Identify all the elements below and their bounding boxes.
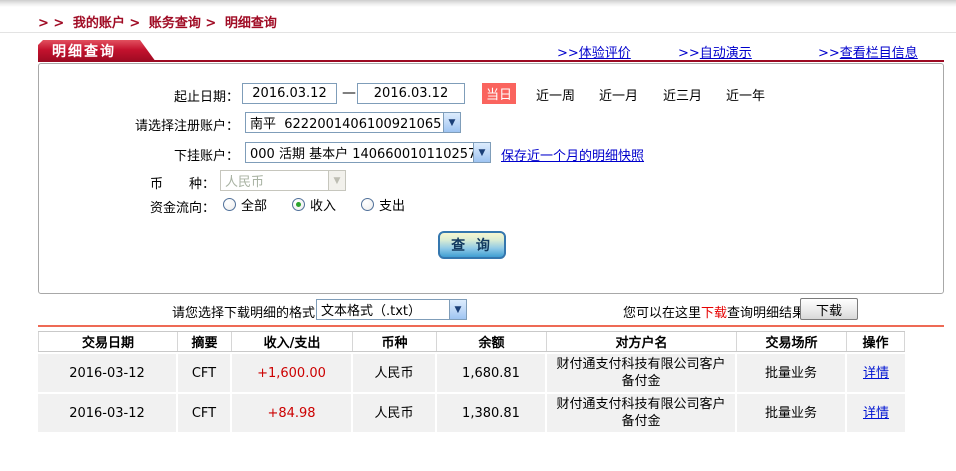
breadcrumb-item-detail-query[interactable]: 明细查询 (225, 16, 277, 31)
cell-amount: +84.98 (232, 394, 353, 432)
query-button[interactable]: 查 询 (438, 231, 506, 259)
header-counterparty: 对方户名 (547, 332, 737, 351)
flow-option-expense[interactable]: 支出 (361, 195, 405, 214)
currency-select: 人民币 ▼ (220, 170, 346, 191)
sub-account-value: 000 活期 基本户 1406600101102571848 (246, 143, 473, 162)
cell-balance: 1,380.81 (437, 394, 547, 432)
download-format-label: 请您选择下载明细的格式 (38, 302, 315, 321)
flow-option-label: 收入 (310, 195, 336, 214)
breadcrumb-item-my-account[interactable]: 我的账户 (73, 16, 125, 31)
fund-flow-options: 全部 收入 支出 (223, 195, 405, 214)
header-date: 交易日期 (38, 332, 178, 351)
cell-summary: CFT (178, 394, 232, 432)
link-label: 查看栏目信息 (840, 46, 918, 61)
currency-label: 币 种： (39, 173, 215, 192)
link-prefix: >> (678, 46, 700, 61)
header-currency: 币种 (353, 332, 437, 351)
flow-option-label: 全部 (241, 195, 267, 214)
cell-date: 2016-03-12 (38, 394, 178, 432)
transactions-table: 交易日期 摘要 收入/支出 币种 余额 对方户名 交易场所 操作 2016-03… (38, 331, 905, 432)
fund-flow-label: 资金流向： (39, 197, 215, 216)
header-action: 操作 (847, 332, 905, 351)
flow-option-label: 支出 (379, 195, 405, 214)
flow-option-all[interactable]: 全部 (223, 195, 267, 214)
link-label: 体验评价 (579, 46, 631, 61)
date-from-input[interactable]: 2016.03.12 (242, 83, 337, 104)
cell-currency: 人民币 (353, 354, 437, 392)
header-summary: 摘要 (178, 332, 232, 351)
snapshot-link[interactable]: 保存近一个月的明细快照 (501, 145, 644, 164)
range-week-link[interactable]: 近一周 (536, 85, 575, 104)
breadcrumb: > > 我的账户 > 账务查询 > 明细查询 (38, 12, 277, 31)
cell-action: 详情 (847, 394, 905, 432)
range-month-link[interactable]: 近一月 (599, 85, 638, 104)
detail-link[interactable]: 详情 (863, 405, 889, 422)
link-prefix: >> (557, 46, 579, 61)
link-label: 自动演示 (700, 46, 752, 61)
date-to-input[interactable]: 2016.03.12 (357, 83, 465, 104)
registered-account-value: 南平 6222001406100921065 灵通卡 (246, 113, 443, 132)
header-venue: 交易场所 (737, 332, 847, 351)
radio-icon (292, 198, 305, 211)
header-balance: 余额 (437, 332, 547, 351)
tab-bottom-rule (38, 60, 944, 62)
cell-balance: 1,680.81 (437, 354, 547, 392)
link-experience-rating[interactable]: >>体验评价 (557, 42, 631, 61)
range-year-link[interactable]: 近一年 (726, 85, 765, 104)
cell-amount: +1,600.00 (232, 354, 353, 392)
cell-venue: 批量业务 (737, 354, 847, 392)
breadcrumb-separator: > (129, 16, 140, 31)
cell-summary: CFT (178, 354, 232, 392)
table-row: 2016-03-12 CFT +1,600.00 人民币 1,680.81 财付… (38, 354, 905, 392)
flow-option-income[interactable]: 收入 (292, 195, 336, 214)
cell-venue: 批量业务 (737, 394, 847, 432)
query-form-panel: 起止日期： 2016.03.12 — 2016.03.12 当日 近一周 近一月… (38, 63, 944, 294)
chevron-down-icon: ▼ (443, 113, 460, 132)
table-header-row: 交易日期 摘要 收入/支出 币种 余额 对方户名 交易场所 操作 (38, 331, 905, 352)
breadcrumb-prefix: > > (38, 16, 64, 31)
tab-detail-query[interactable]: 明细查询 (38, 40, 156, 62)
chevron-down-icon: ▼ (449, 300, 466, 319)
cell-currency: 人民币 (353, 394, 437, 432)
registered-account-label: 请选择注册账户： (39, 115, 239, 134)
breadcrumb-separator: > (205, 16, 216, 31)
download-hint-after: 查询明细结果 (727, 306, 805, 321)
link-view-column-info[interactable]: >>查看栏目信息 (818, 42, 918, 61)
range-quarter-link[interactable]: 近三月 (663, 85, 702, 104)
cell-action: 详情 (847, 354, 905, 392)
registered-account-select[interactable]: 南平 6222001406100921065 灵通卡 ▼ (245, 112, 461, 133)
download-hint: 您可以在这里下载查询明细结果 (623, 302, 805, 321)
link-auto-demo[interactable]: >>自动演示 (678, 42, 752, 61)
download-hint-before: 您可以在这里 (623, 306, 701, 321)
download-button[interactable]: 下载 (800, 298, 858, 320)
table-top-separator (38, 325, 944, 327)
cell-counterparty: 财付通支付科技有限公司客户备付金 (547, 354, 737, 392)
range-today-button[interactable]: 当日 (482, 83, 516, 104)
chevron-down-icon: ▼ (328, 171, 345, 190)
detail-link[interactable]: 详情 (863, 365, 889, 382)
cell-counterparty: 财付通支付科技有限公司客户备付金 (547, 394, 737, 432)
chevron-down-icon: ▼ (473, 143, 490, 162)
download-format-select[interactable]: 文本格式（.txt） ▼ (316, 299, 467, 320)
radio-icon (361, 198, 374, 211)
sub-account-select[interactable]: 000 活期 基本户 1406600101102571848 ▼ (245, 142, 491, 163)
breadcrumb-divider (0, 32, 956, 33)
link-prefix: >> (818, 46, 840, 61)
download-format-value: 文本格式（.txt） (317, 300, 449, 319)
date-range-label: 起止日期： (39, 86, 239, 105)
currency-value: 人民币 (221, 171, 328, 190)
breadcrumb-item-account-query[interactable]: 账务查询 (149, 16, 201, 31)
header-amount: 收入/支出 (232, 332, 353, 351)
download-hint-highlight: 下载 (701, 306, 727, 321)
table-row: 2016-03-12 CFT +84.98 人民币 1,380.81 财付通支付… (38, 394, 905, 432)
window-top-edge (0, 0, 956, 7)
sub-account-label: 下挂账户： (39, 145, 239, 164)
radio-icon (223, 198, 236, 211)
cell-date: 2016-03-12 (38, 354, 178, 392)
date-range-dash: — (342, 85, 356, 101)
